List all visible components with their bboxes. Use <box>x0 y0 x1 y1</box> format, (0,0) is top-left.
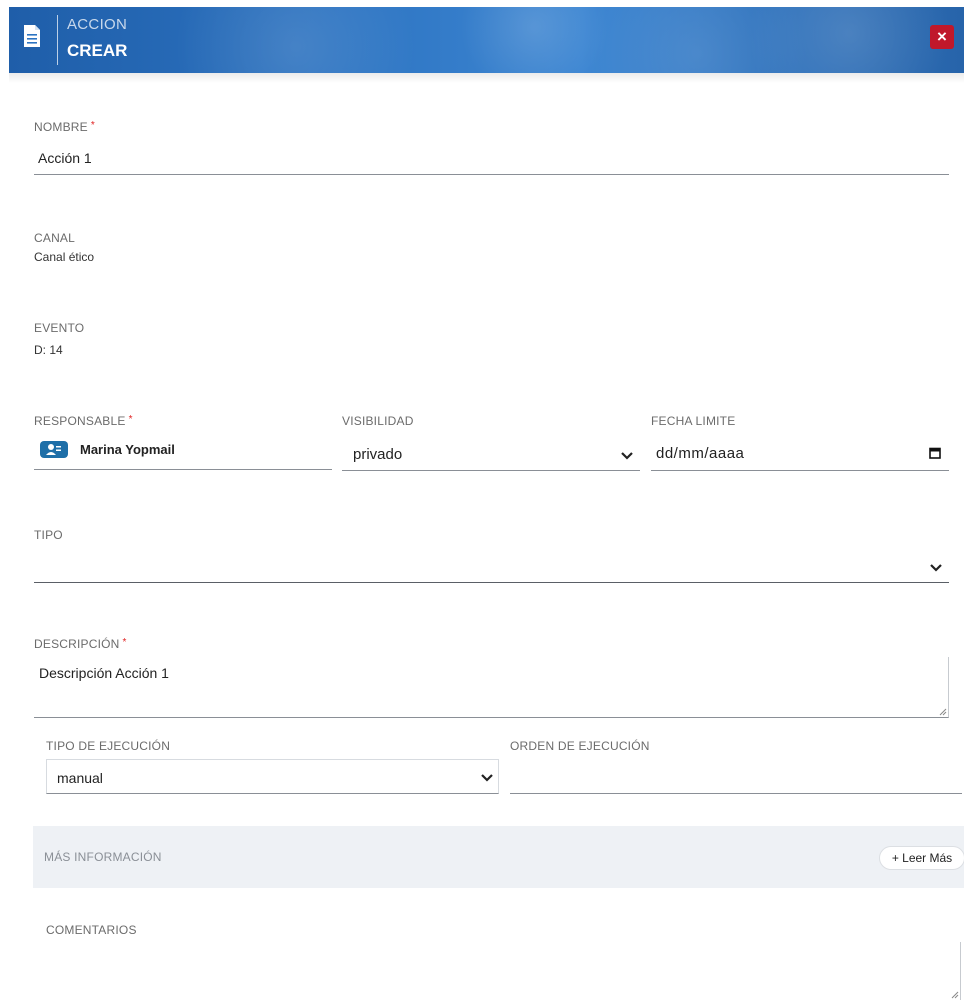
chevron-down-icon <box>930 564 942 572</box>
comentarios-textarea[interactable] <box>46 942 961 1000</box>
responsable-underline <box>34 469 332 470</box>
evento-label: EVENTO <box>34 321 85 335</box>
responsable-label: RESPONSABLE * <box>34 414 133 428</box>
header-mode-title: CREAR <box>67 41 128 60</box>
descripcion-label: DESCRIPCIÓN * <box>34 637 127 651</box>
calendar-icon[interactable] <box>929 447 941 459</box>
descripcion-value: Descripción Acción 1 <box>39 665 169 681</box>
visibilidad-underline <box>342 470 640 471</box>
header-entity-title: ACCION <box>67 16 128 33</box>
tipo-ejecucion-value: manual <box>57 770 103 786</box>
canal-value: Canal ético <box>34 250 95 264</box>
resize-grip-icon[interactable] <box>950 990 959 999</box>
visibilidad-value: privado <box>353 446 403 463</box>
responsable-value[interactable]: Marina Yopmail <box>80 442 175 457</box>
close-icon: × <box>937 27 947 46</box>
header-background-pattern <box>9 7 964 73</box>
canal-label: CANAL <box>34 231 76 245</box>
comentarios-label: COMENTARIOS <box>46 923 137 937</box>
document-icon <box>24 25 40 47</box>
header-separator <box>57 15 58 65</box>
chevron-down-icon <box>621 452 633 460</box>
visibilidad-select[interactable]: privado <box>342 438 640 470</box>
fecha-limite-placeholder: dd/mm/aaaa <box>656 445 745 462</box>
orden-ejecucion-underline <box>510 793 962 794</box>
tipo-ejecucion-select[interactable]: manual <box>46 759 499 794</box>
nombre-input[interactable]: Acción 1 <box>38 150 92 166</box>
fecha-limite-underline <box>651 470 949 471</box>
tipo-underline <box>34 582 949 583</box>
leer-mas-button[interactable]: + Leer Más <box>879 846 964 870</box>
chevron-down-icon <box>481 774 493 782</box>
fecha-limite-label: FECHA LIMITE <box>651 414 736 428</box>
mas-informacion-panel <box>33 826 964 888</box>
evento-value: D: 14 <box>34 343 63 357</box>
resize-grip-icon[interactable] <box>938 707 947 716</box>
required-mark: * <box>128 414 133 425</box>
visibilidad-label: VISIBILIDAD <box>342 414 414 428</box>
close-button[interactable]: × <box>930 25 954 49</box>
fecha-limite-input[interactable]: dd/mm/aaaa <box>651 438 949 470</box>
tipo-ejecucion-label: TIPO DE EJECUCIÓN <box>46 739 171 753</box>
tipo-select[interactable] <box>34 550 949 582</box>
nombre-underline <box>34 174 949 175</box>
tipo-label: TIPO <box>34 528 63 542</box>
orden-ejecucion-input[interactable] <box>510 760 962 793</box>
user-card-icon <box>40 441 68 458</box>
orden-ejecucion-label: ORDEN DE EJECUCIÓN <box>510 739 650 753</box>
nombre-label: NOMBRE * <box>34 120 95 134</box>
descripcion-textarea[interactable]: Descripción Acción 1 <box>34 657 949 718</box>
required-mark: * <box>122 637 127 648</box>
required-mark: * <box>90 120 95 131</box>
mas-informacion-label: MÁS INFORMACIÓN <box>44 850 162 864</box>
modal-header: ACCION CREAR <box>9 7 964 73</box>
header-shadow <box>9 73 964 83</box>
